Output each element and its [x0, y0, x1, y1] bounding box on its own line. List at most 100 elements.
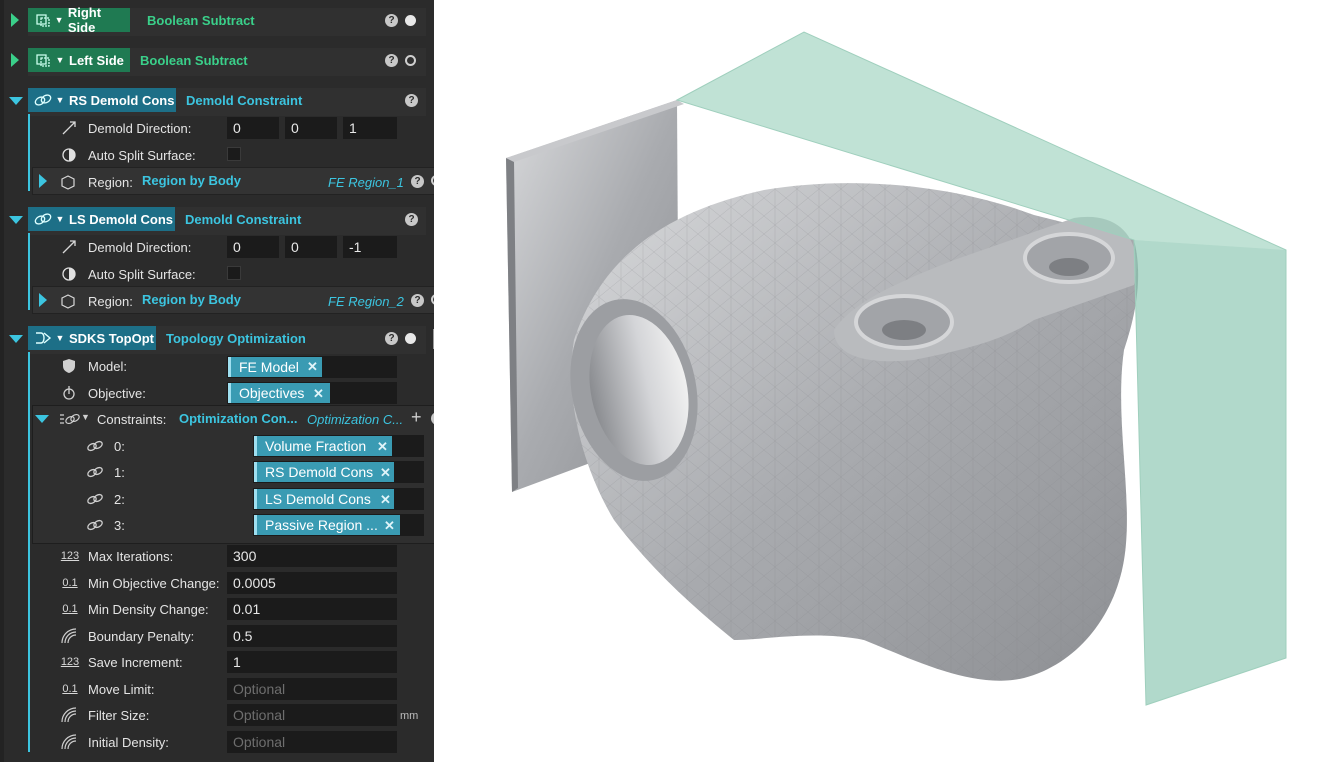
param-label: Boundary Penalty: — [88, 629, 195, 644]
demold-direction-label: Demold Direction: — [88, 121, 192, 136]
collapse-rs-demold-toggle[interactable] — [9, 97, 23, 105]
decimal-icon: 0.1 — [62, 603, 78, 615]
arc-icon — [60, 733, 78, 751]
help-icon[interactable]: ? — [385, 332, 398, 345]
help-icon[interactable]: ? — [411, 175, 424, 188]
constraint-tag[interactable]: Passive Region ... — [254, 515, 400, 535]
save-increment-input[interactable]: 1 — [227, 651, 397, 673]
collapse-topopt-toggle[interactable] — [9, 335, 23, 343]
remove-x-icon[interactable]: ✕ — [313, 386, 324, 402]
constraint-tag[interactable]: RS Demold Cons — [254, 462, 394, 482]
initial-density-input[interactable]: Optional — [227, 731, 397, 753]
constraint-tag-label: Volume Fraction — [265, 438, 367, 454]
model-tag-label: FE Model — [239, 359, 299, 375]
param-label: Initial Density: — [88, 735, 169, 750]
visibility-dot-icon[interactable] — [405, 15, 416, 26]
param-label: Min Density Change: — [88, 602, 209, 617]
chevron-down-icon[interactable]: ▼ — [81, 412, 90, 422]
demold-direction-z-input[interactable]: 1 — [343, 117, 397, 139]
node-type-label: Demold Constraint — [185, 212, 302, 227]
node-name: Right Side — [67, 5, 102, 35]
boundary-penalty-input[interactable]: 0.5 — [227, 625, 397, 647]
remove-x-icon[interactable]: ✕ — [384, 518, 395, 534]
chevron-down-icon[interactable]: ▼ — [54, 333, 66, 343]
constraint-index: 0: — [114, 439, 125, 454]
filter-size-input[interactable]: Optional — [227, 704, 397, 726]
demold-direction-x-input[interactable]: 0 — [227, 236, 279, 258]
param-label: Filter Size: — [88, 708, 150, 723]
constraints-label: Constraints: — [97, 412, 167, 427]
region-label: Region: — [88, 175, 133, 190]
remove-x-icon[interactable]: ✕ — [377, 439, 388, 455]
constraints-link[interactable]: Optimization Con... — [179, 411, 297, 426]
node-right-side-chip[interactable]: ▼ Right Side — [28, 5, 130, 35]
chevron-down-icon[interactable]: ▼ — [53, 15, 65, 25]
arc-icon — [60, 627, 78, 645]
region-value[interactable]: FE Region_2 — [328, 294, 404, 309]
demold-direction-z-input[interactable]: -1 — [343, 236, 397, 258]
help-icon[interactable]: ? — [411, 294, 424, 307]
tree-indent-line — [28, 114, 30, 191]
move-limit-input[interactable]: Optional — [227, 678, 397, 700]
demold-direction-y-input[interactable]: 0 — [285, 117, 337, 139]
region-by-body-link[interactable]: Region by Body — [142, 173, 241, 188]
auto-split-checkbox[interactable] — [227, 147, 241, 161]
integer-icon: 123 — [60, 656, 80, 668]
constraint-tag[interactable]: Volume Fraction — [254, 436, 392, 456]
node-type-label: Boolean Subtract — [140, 53, 248, 68]
node-ls-demold-chip[interactable]: ▼ LS Demold Cons — [28, 207, 175, 231]
expand-left-side-toggle[interactable] — [11, 53, 19, 67]
chevron-down-icon[interactable]: ▼ — [54, 55, 66, 65]
chevron-down-icon[interactable]: ▼ — [54, 95, 66, 105]
link-icon — [32, 210, 54, 228]
auto-split-checkbox[interactable] — [227, 266, 241, 280]
decimal-icon: 0.1 — [62, 683, 78, 695]
help-icon[interactable]: ? — [385, 54, 398, 67]
node-name: SDKS TopOpt — [69, 330, 154, 346]
remove-x-icon[interactable]: ✕ — [380, 465, 391, 481]
demold-direction-y-input[interactable]: 0 — [285, 236, 337, 258]
link-icon — [86, 490, 104, 508]
chevron-down-icon[interactable]: ▼ — [54, 214, 66, 224]
remove-x-icon[interactable]: ✕ — [307, 359, 318, 375]
expand-right-side-toggle[interactable] — [11, 13, 19, 27]
visibility-ring-icon[interactable] — [405, 55, 416, 66]
expand-region-toggle[interactable] — [39, 174, 47, 188]
demold-direction-icon — [60, 238, 78, 256]
node-type-label: Demold Constraint — [186, 93, 303, 108]
region-by-body-link[interactable]: Region by Body — [142, 292, 241, 307]
auto-split-icon — [60, 146, 78, 164]
node-name: Left Side — [69, 52, 124, 68]
3d-model-render — [506, 31, 1287, 706]
constraint-tag[interactable]: LS Demold Cons — [254, 489, 394, 509]
region-icon — [59, 173, 77, 191]
link-icon — [86, 437, 104, 455]
node-topopt-chip[interactable]: ▼ SDKS TopOpt — [28, 326, 156, 350]
min-objective-change-input[interactable]: 0.0005 — [227, 572, 397, 594]
param-label: Max Iterations: — [88, 549, 174, 564]
region-value[interactable]: FE Region_1 — [328, 175, 404, 190]
tree-indent-line — [28, 352, 30, 752]
constraint-tag-label: Passive Region ... — [265, 517, 378, 533]
expand-region-toggle[interactable] — [39, 293, 47, 307]
add-plus-icon[interactable]: + — [411, 407, 422, 428]
constraints-value[interactable]: Optimization C... — [307, 412, 403, 427]
remove-x-icon[interactable]: ✕ — [380, 492, 391, 508]
collapse-ls-demold-toggle[interactable] — [9, 216, 23, 224]
min-density-change-input[interactable]: 0.01 — [227, 598, 397, 620]
visibility-dot-icon[interactable] — [405, 333, 416, 344]
3d-viewport[interactable] — [434, 0, 1317, 762]
link-icon — [86, 463, 104, 481]
constraint-tag-label: LS Demold Cons — [265, 491, 371, 507]
help-icon[interactable]: ? — [405, 94, 418, 107]
node-left-side-chip[interactable]: ▼ Left Side — [28, 48, 130, 72]
help-icon[interactable]: ? — [405, 213, 418, 226]
arc-icon — [60, 706, 78, 724]
collapse-constraints-toggle[interactable] — [35, 415, 49, 423]
node-rs-demold-chip[interactable]: ▼ RS Demold Cons — [28, 88, 176, 112]
demold-direction-x-input[interactable]: 0 — [227, 117, 279, 139]
integer-icon: 123 — [60, 550, 80, 562]
auto-split-label: Auto Split Surface: — [88, 267, 196, 282]
max-iterations-input[interactable]: 300 — [227, 545, 397, 567]
help-icon[interactable]: ? — [385, 14, 398, 27]
